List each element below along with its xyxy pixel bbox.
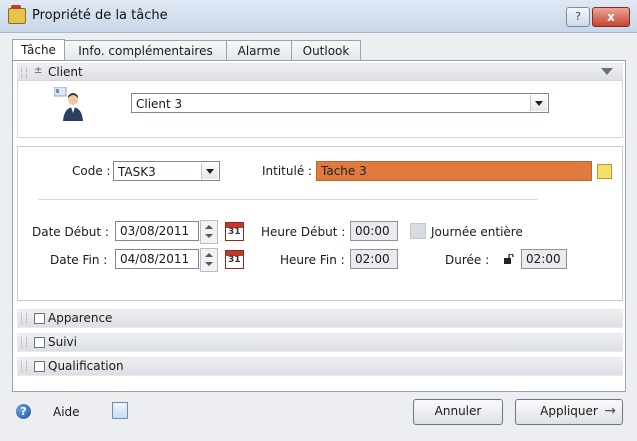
expand-checkbox-icon[interactable] (34, 361, 45, 372)
code-select[interactable]: TASK3 (113, 161, 220, 181)
arrow-right-icon: → (604, 403, 616, 419)
section-apparence-label: Apparence (48, 311, 113, 325)
title-bar: Propriété de la tâche ? x (0, 0, 637, 33)
grip-handle (21, 361, 27, 372)
task-app-icon (8, 5, 26, 24)
spin-up-icon[interactable] (205, 253, 213, 257)
client-panel: Client 3 (17, 80, 623, 138)
section-apparence[interactable]: Apparence (17, 309, 623, 328)
calendar-day: 31 (228, 227, 241, 237)
date-fin-input[interactable]: 04/08/2011 (115, 249, 199, 269)
tab-outlook[interactable]: Outlook (291, 40, 361, 61)
unlock-icon[interactable] (504, 254, 514, 264)
grip-handle (21, 313, 27, 324)
chevron-down-icon[interactable] (530, 95, 547, 111)
dialog-window: Propriété de la tâche ? x Tâche Info. co… (0, 0, 637, 441)
chevron-down-icon[interactable] (201, 163, 218, 179)
tab-alarme[interactable]: Alarme (226, 40, 292, 61)
spin-down-icon[interactable] (205, 234, 213, 238)
date-debut-spinner[interactable] (200, 220, 218, 244)
grip-handle (21, 67, 27, 78)
client-select-value: Client 3 (136, 97, 183, 111)
date-fin-spinner[interactable] (200, 248, 218, 272)
calendar-icon[interactable]: 31 (225, 250, 244, 269)
code-value: TASK3 (118, 165, 156, 179)
separator (38, 199, 538, 200)
tab-info-complementaires[interactable]: Info. complémentaires (64, 40, 227, 61)
help-label[interactable]: Aide (53, 405, 80, 419)
cancel-button[interactable]: Annuler (413, 399, 503, 425)
client-select[interactable]: Client 3 (131, 93, 549, 113)
calendar-day: 31 (228, 255, 241, 265)
date-fin-label: Date Fin : (50, 253, 108, 267)
intitule-label: Intitulé : (262, 164, 313, 178)
duree-input[interactable]: 02:00 (521, 249, 567, 269)
help-icon[interactable]: ? (16, 404, 31, 419)
apply-button[interactable]: Appliquer → (515, 399, 623, 425)
expand-checkbox-icon[interactable] (34, 337, 45, 348)
grip-handle (21, 337, 27, 348)
task-details-panel: Code : TASK3 Intitulé : Tache 3 Date Déb… (17, 146, 623, 301)
spin-up-icon[interactable] (205, 225, 213, 229)
journee-entiere-checkbox[interactable] (410, 223, 426, 239)
collapse-icon[interactable]: ± (34, 65, 42, 76)
contact-person-icon (54, 87, 83, 121)
tab-tache[interactable]: Tâche (12, 39, 65, 61)
client-section-label: Client (48, 65, 83, 79)
section-qualification[interactable]: Qualification (17, 357, 623, 376)
title-help-button[interactable]: ? (566, 7, 590, 27)
spin-down-icon[interactable] (205, 262, 213, 266)
heure-debut-label: Heure Début : (261, 225, 346, 239)
note-icon[interactable] (597, 164, 612, 179)
section-suivi[interactable]: Suivi (17, 333, 623, 352)
journee-entiere-label: Journée entière (431, 225, 523, 239)
close-button[interactable]: x (592, 7, 630, 27)
date-debut-input[interactable]: 03/08/2011 (115, 221, 199, 241)
footer-bar: ? Aide Annuler Appliquer → (0, 395, 637, 441)
window-title: Propriété de la tâche (32, 8, 168, 23)
apply-button-label: Appliquer (540, 404, 598, 418)
heure-debut-input[interactable]: 00:00 (350, 221, 398, 241)
date-debut-label: Date Début : (32, 225, 109, 239)
expand-checkbox-icon[interactable] (34, 313, 45, 324)
heure-fin-label: Heure Fin : (280, 253, 345, 267)
heure-fin-input[interactable]: 02:00 (350, 249, 398, 269)
calendar-icon[interactable]: 31 (225, 222, 244, 241)
document-icon[interactable] (112, 402, 128, 419)
duree-label: Durée : (445, 253, 490, 267)
chevron-down-icon[interactable] (601, 68, 613, 75)
code-label: Code : (72, 164, 111, 178)
intitule-input[interactable]: Tache 3 (316, 161, 592, 181)
section-suivi-label: Suivi (48, 335, 77, 349)
section-qualification-label: Qualification (48, 359, 124, 373)
